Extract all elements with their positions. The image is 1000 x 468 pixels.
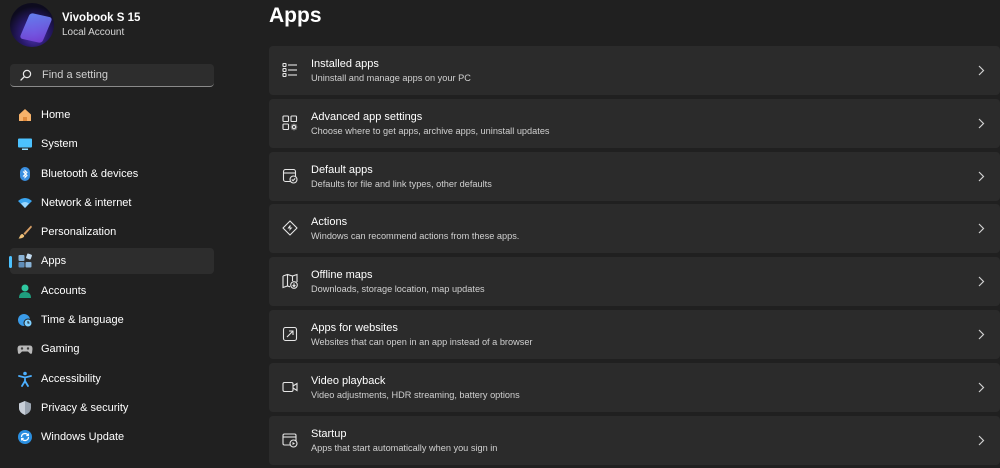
video-icon xyxy=(282,381,298,392)
chevron-right-icon xyxy=(978,118,985,129)
chevron-right-icon xyxy=(978,329,985,340)
card-default-apps[interactable]: Default apps Defaults for file and link … xyxy=(269,151,1000,201)
chevron-right-icon xyxy=(978,171,985,182)
sidebar-item-label: Accessibility xyxy=(41,372,101,385)
chevron-right-icon xyxy=(978,65,985,76)
card-startup[interactable]: Startup Apps that start automatically wh… xyxy=(269,415,1000,465)
sidebar-item-time-language[interactable]: Time & language xyxy=(10,307,214,333)
chevron-right-icon xyxy=(978,435,985,446)
card-title: Advanced app settings xyxy=(311,110,423,123)
card-title: Offline maps xyxy=(311,269,373,282)
profile[interactable]: Vivobook S 15 Local Account xyxy=(10,3,140,47)
map-icon xyxy=(282,273,298,290)
update-icon xyxy=(17,429,33,445)
sidebar-item-label: Network & internet xyxy=(41,196,132,209)
chevron-right-icon xyxy=(978,223,985,234)
shield-icon xyxy=(17,400,33,416)
chevron-right-icon xyxy=(978,382,985,393)
card-apps-for-websites[interactable]: Apps for websites Websites that can open… xyxy=(269,309,1000,359)
card-subtitle: Defaults for file and link types, other … xyxy=(311,178,492,189)
sidebar-item-apps[interactable]: Apps xyxy=(9,248,214,275)
avatar[interactable] xyxy=(10,3,54,47)
page-title: Apps xyxy=(269,4,322,27)
card-title: Actions xyxy=(311,216,348,229)
actions-icon xyxy=(282,220,298,236)
settings-card-list: Installed apps Uninstall and manage apps… xyxy=(269,46,1000,468)
accounts-icon xyxy=(17,283,33,299)
sidebar-item-label: Apps xyxy=(41,255,67,268)
profile-name: Vivobook S 15 xyxy=(62,12,141,24)
chevron-right-icon xyxy=(978,276,985,287)
wifi-icon xyxy=(17,195,33,211)
sidebar-item-label: Privacy & security xyxy=(41,401,129,414)
sidebar-item-accounts[interactable]: Accounts xyxy=(10,278,214,304)
card-subtitle: Video adjustments, HDR streaming, batter… xyxy=(311,389,520,400)
sidebar-item-bluetooth[interactable]: Bluetooth & devices xyxy=(10,161,214,187)
card-subtitle: Windows can recommend actions from these… xyxy=(311,231,520,242)
sidebar-item-personalization[interactable]: Personalization xyxy=(10,219,214,245)
apps-icon xyxy=(17,253,33,269)
sidebar-item-label: Gaming xyxy=(41,343,80,356)
profile-account-type: Local Account xyxy=(62,27,125,38)
search-placeholder: Find a setting xyxy=(42,69,109,81)
card-subtitle: Apps that start automatically when you s… xyxy=(311,442,498,453)
startup-icon xyxy=(282,433,298,448)
card-installed-apps[interactable]: Installed apps Uninstall and manage apps… xyxy=(269,46,1000,95)
sidebar-item-label: Time & language xyxy=(41,314,124,327)
sidebar-item-accessibility[interactable]: Accessibility xyxy=(10,366,214,392)
sidebar-item-label: System xyxy=(41,138,78,151)
card-advanced-app-settings[interactable]: Advanced app settings Choose where to ge… xyxy=(269,98,1000,148)
open-link-icon xyxy=(282,326,298,342)
globe-clock-icon xyxy=(17,312,33,328)
card-subtitle: Downloads, storage location, map updates xyxy=(311,284,485,295)
card-video-playback[interactable]: Video playback Video adjustments, HDR st… xyxy=(269,362,1000,412)
card-title: Startup xyxy=(311,427,347,440)
accessibility-icon xyxy=(17,371,33,387)
sidebar-item-system[interactable]: System xyxy=(10,131,214,157)
gamepad-icon xyxy=(17,341,33,357)
sidebar-item-network[interactable]: Network & internet xyxy=(10,190,214,216)
card-subtitle: Choose where to get apps, archive apps, … xyxy=(311,125,550,136)
bluetooth-icon xyxy=(17,166,33,182)
nav-list: Home System Bluetooth & devices Network … xyxy=(9,102,214,454)
card-offline-maps[interactable]: Offline maps Downloads, storage location… xyxy=(269,257,1000,307)
card-actions[interactable]: Actions Windows can recommend actions fr… xyxy=(269,204,1000,254)
system-icon xyxy=(17,136,33,152)
home-icon xyxy=(17,107,33,123)
search-input[interactable]: Find a setting xyxy=(10,64,214,87)
sidebar-item-gaming[interactable]: Gaming xyxy=(10,336,214,362)
sidebar-item-label: Windows Update xyxy=(41,431,125,444)
sidebar: Vivobook S 15 Local Account Find a setti… xyxy=(0,0,228,465)
sidebar-item-label: Bluetooth & devices xyxy=(41,167,139,180)
card-title: Apps for websites xyxy=(311,321,398,334)
sidebar-item-windows-update[interactable]: Windows Update xyxy=(10,424,214,450)
list-icon xyxy=(282,62,297,78)
card-subtitle: Websites that can open in an app instead… xyxy=(311,336,533,347)
sidebar-item-label: Personalization xyxy=(41,226,117,239)
search-icon xyxy=(20,69,32,81)
card-subtitle: Uninstall and manage apps on your PC xyxy=(311,73,471,83)
sidebar-item-privacy-security[interactable]: Privacy & security xyxy=(10,395,214,421)
card-title: Default apps xyxy=(311,163,373,176)
default-apps-icon xyxy=(282,168,298,184)
card-title: Video playback xyxy=(311,374,386,387)
app-settings-icon xyxy=(282,115,298,130)
sidebar-item-label: Home xyxy=(41,109,71,121)
brush-icon xyxy=(17,224,33,240)
sidebar-item-label: Accounts xyxy=(41,284,87,297)
sidebar-item-home[interactable]: Home xyxy=(10,102,214,128)
card-title: Installed apps xyxy=(311,58,379,70)
